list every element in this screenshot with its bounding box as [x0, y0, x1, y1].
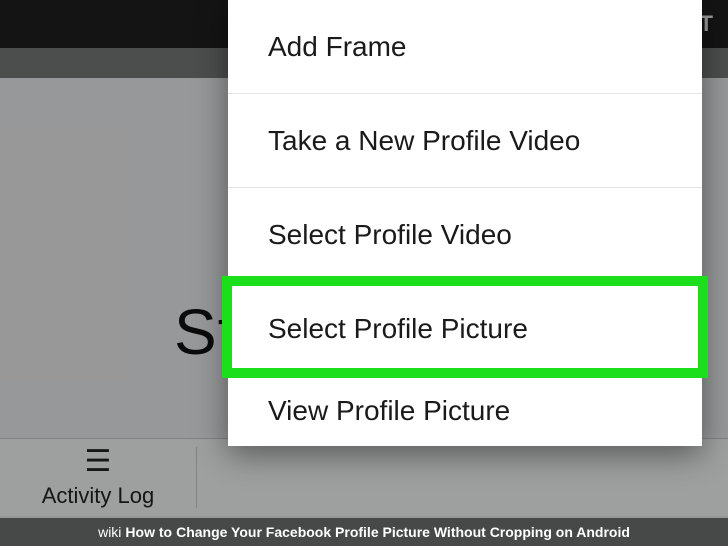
menu-item-take-new-profile-video[interactable]: Take a New Profile Video: [228, 94, 702, 188]
menu-item-view-profile-picture[interactable]: View Profile Picture: [228, 376, 702, 446]
menu-item-label: Select Profile Picture: [268, 313, 528, 345]
wikihow-brand-wiki: wiki: [98, 518, 121, 546]
menu-item-select-profile-picture[interactable]: Select Profile Picture: [228, 282, 702, 376]
menu-item-add-frame[interactable]: Add Frame: [228, 0, 702, 94]
menu-item-label: Add Frame: [268, 31, 407, 63]
menu-item-select-profile-video[interactable]: Select Profile Video: [228, 188, 702, 282]
menu-item-label: Select Profile Video: [268, 219, 512, 251]
menu-item-label: Take a New Profile Video: [268, 125, 580, 157]
wikihow-brand-how: How to: [125, 518, 172, 546]
wikihow-caption-bar: wikiHow to Change Your Facebook Profile …: [0, 518, 728, 546]
article-title: Change Your Facebook Profile Picture Wit…: [176, 518, 630, 546]
screenshot-stage: IT St ☰ Activity Log Add Frame Take a Ne…: [0, 0, 728, 546]
profile-picture-menu: Add Frame Take a New Profile Video Selec…: [228, 0, 702, 446]
menu-item-label: View Profile Picture: [268, 395, 510, 427]
